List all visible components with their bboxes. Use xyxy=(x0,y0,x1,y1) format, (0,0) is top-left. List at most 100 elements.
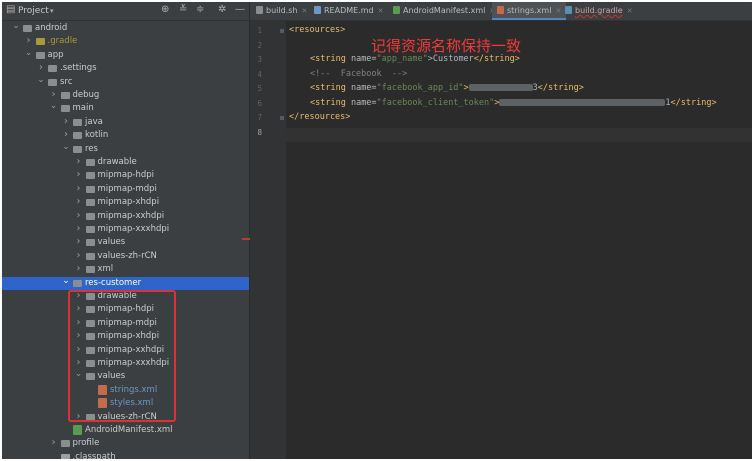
folder-icon xyxy=(73,132,82,140)
chevron-right-icon[interactable]: › xyxy=(25,35,33,47)
tree-item[interactable]: ⌄ main xyxy=(2,102,249,115)
fold-marker-icon[interactable] xyxy=(280,29,284,33)
tree-item[interactable]: › .gradle xyxy=(2,35,249,48)
folder-icon xyxy=(85,252,95,260)
chevron-right-icon[interactable]: › xyxy=(75,250,83,262)
tree-item[interactable]: › profile xyxy=(2,437,249,450)
tree-item[interactable]: .classpath xyxy=(2,451,249,459)
folder-icon xyxy=(60,440,70,448)
chevron-down-icon[interactable]: ⌄ xyxy=(62,142,70,151)
tab-android-manifest[interactable]: AndroidManifest.xml✕ xyxy=(393,2,495,20)
project-view-selector[interactable]: Project xyxy=(18,6,49,16)
highlight-box xyxy=(68,290,176,422)
tree-item-label: profile xyxy=(72,438,100,449)
tree-item[interactable]: AndroidManifest.xml xyxy=(2,424,249,437)
line-number: 3 xyxy=(257,55,262,64)
project-view-icon[interactable]: ▤ xyxy=(6,4,15,15)
tree-item[interactable]: › values xyxy=(2,236,249,249)
close-icon[interactable]: ✕ xyxy=(378,7,384,15)
locate-icon[interactable]: ⊕ xyxy=(161,4,169,15)
folder-icon xyxy=(85,199,95,207)
tree-item-label: AndroidManifest.xml xyxy=(85,425,173,435)
tree-item[interactable]: › drawable xyxy=(2,156,249,169)
project-panel: ▤ Project ▾ ⊕ ≚ ≑ ✲ — ⌄ android › .gradle ⌄ a… xyxy=(2,2,250,459)
code-editor[interactable]: <resources> 记得资源名称保持一致 <string name="app… xyxy=(286,21,752,459)
chevron-right-icon[interactable]: › xyxy=(62,116,70,128)
tree-item[interactable]: ⌄ src xyxy=(2,75,249,89)
chevron-down-icon[interactable]: ▾ xyxy=(50,7,54,15)
close-icon[interactable]: ✕ xyxy=(555,7,561,15)
file-icon xyxy=(60,453,70,459)
tab-strings-xml[interactable]: strings.xml ✕ xyxy=(492,2,567,20)
collapse-all-icon[interactable]: ≑ xyxy=(196,4,204,15)
tree-item[interactable]: ⌄ res xyxy=(2,142,249,156)
tree-item[interactable]: › mipmap-xhdpi xyxy=(2,196,249,209)
tree-item[interactable]: › .settings xyxy=(2,62,249,75)
chevron-right-icon[interactable]: › xyxy=(50,89,58,101)
code-line-4: <!-- Facebook --> xyxy=(310,69,408,79)
tree-item-label: .classpath xyxy=(72,451,116,459)
folder-icon xyxy=(73,145,82,153)
chevron-down-icon[interactable]: ⌄ xyxy=(50,102,58,111)
tree-item[interactable]: ⌄ res-customer xyxy=(2,276,249,290)
gear-icon[interactable]: ✲ xyxy=(218,4,226,15)
tree-item[interactable]: ⌄ android xyxy=(2,22,249,35)
tree-item-label: mipmap-mdpi xyxy=(97,183,157,194)
expand-all-icon[interactable]: ≚ xyxy=(179,4,187,15)
close-icon[interactable]: ✕ xyxy=(301,7,307,15)
folder-icon xyxy=(35,38,45,46)
chevron-down-icon[interactable]: ⌄ xyxy=(12,22,20,31)
folder-icon xyxy=(60,105,70,113)
line-number: 7 xyxy=(257,113,262,122)
chevron-right-icon[interactable]: › xyxy=(62,129,70,141)
tree-item-label: mipmap-hdpi xyxy=(97,170,155,181)
chevron-right-icon[interactable]: › xyxy=(75,183,83,195)
tree-item-label: android xyxy=(35,23,68,33)
line-number: 6 xyxy=(257,99,262,108)
chevron-right-icon[interactable]: › xyxy=(75,156,83,168)
tree-item[interactable]: ⌄ app xyxy=(2,48,249,62)
code-line-1: <resources> xyxy=(289,25,346,35)
chevron-down-icon[interactable]: ⌄ xyxy=(37,75,45,84)
current-line-highlight xyxy=(286,128,752,142)
tree-item[interactable]: › mipmap-xxxhdpi xyxy=(2,223,249,236)
chevron-right-icon[interactable]: › xyxy=(75,169,83,181)
tree-item[interactable]: › mipmap-mdpi xyxy=(2,183,249,196)
chevron-right-icon[interactable]: › xyxy=(75,263,83,275)
folder-icon xyxy=(85,185,95,193)
editor-gutter: 1 2 3 4 5 6 7 8 xyxy=(250,21,286,459)
fold-marker-icon[interactable] xyxy=(280,116,284,120)
chevron-down-icon[interactable]: ⌄ xyxy=(62,276,70,285)
chevron-right-icon[interactable]: › xyxy=(75,210,83,222)
chevron-down-icon[interactable]: ⌄ xyxy=(25,48,33,57)
tab-build-sh[interactable]: build.sh ✕ xyxy=(256,2,307,20)
chevron-right-icon[interactable]: › xyxy=(50,437,58,449)
project-panel-header: ▤ Project ▾ ⊕ ≚ ≑ ✲ — xyxy=(2,2,249,21)
tree-item-label: kotlin xyxy=(85,130,109,141)
chevron-right-icon[interactable]: › xyxy=(75,223,83,235)
tree-item-label: debug xyxy=(72,90,100,100)
line-number: 1 xyxy=(257,26,262,35)
tree-item[interactable]: › xml xyxy=(2,263,249,276)
chevron-right-icon[interactable]: › xyxy=(37,62,45,74)
tree-item[interactable]: › values-zh-rCN xyxy=(2,250,249,263)
tree-item-label: xml xyxy=(97,264,114,275)
tab-readme[interactable]: README.md ✕ xyxy=(314,2,384,20)
tree-item[interactable]: › mipmap-hdpi xyxy=(2,169,249,182)
close-icon[interactable]: ✕ xyxy=(627,7,633,15)
tree-item[interactable]: › kotlin xyxy=(2,129,249,142)
tab-build-gradle[interactable]: build.gradle ✕ xyxy=(565,2,633,20)
tree-item[interactable]: › mipmap-xxhdpi xyxy=(2,210,249,223)
tree-item-label: app xyxy=(47,49,64,60)
markdown-file-icon xyxy=(314,6,321,14)
chevron-right-icon[interactable]: › xyxy=(75,196,83,208)
folder-icon xyxy=(85,239,95,247)
tree-item[interactable]: › java xyxy=(2,116,249,129)
folder-icon xyxy=(48,65,57,73)
hide-icon[interactable]: — xyxy=(235,4,245,15)
tree-item-label: main xyxy=(72,103,94,114)
code-line-5: <string name="facebook_app_id"> 3</string… xyxy=(310,83,584,93)
chevron-right-icon[interactable]: › xyxy=(75,236,83,248)
tree-item[interactable]: › debug xyxy=(2,89,249,102)
line-number: 5 xyxy=(257,84,262,93)
